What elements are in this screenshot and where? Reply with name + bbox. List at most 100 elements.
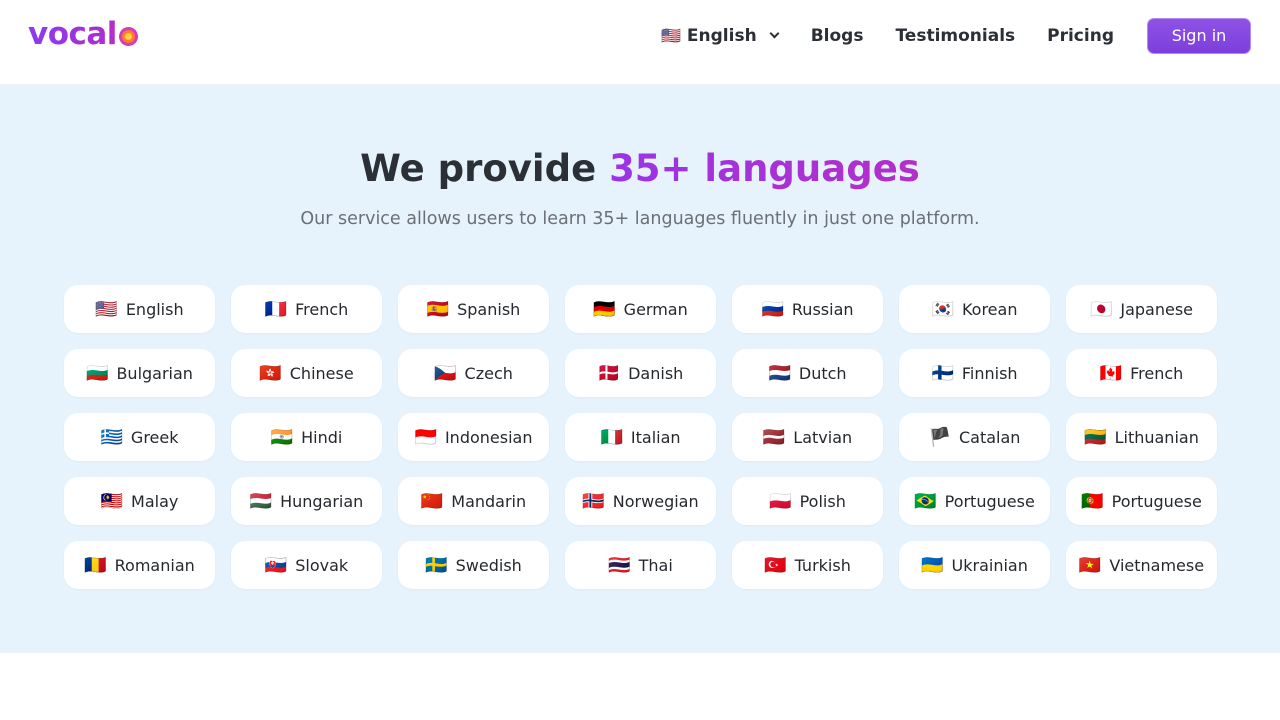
language-name: Hungarian [280,491,364,511]
language-chip[interactable]: 🇳🇱 Dutch [732,349,883,397]
language-chip[interactable]: 🇧🇬 Bulgarian [64,349,215,397]
language-chip[interactable]: 🇸🇪 Swedish [398,541,549,589]
language-name: Norwegian [612,491,699,511]
language-chip[interactable]: 🇫🇷 French [231,285,382,333]
language-name: Korean [961,299,1018,319]
language-chip[interactable]: 🇭🇰 Chinese [231,349,382,397]
language-chip[interactable]: 🇩🇪 German [565,285,716,333]
language-name: Danish [628,363,684,383]
flag-icon: 🇨🇿 [434,362,457,384]
language-chip[interactable]: 🇨🇿 Czech [398,349,549,397]
language-name: French [295,299,349,319]
language-name: Latvian [793,427,853,447]
flag-icon: 🇲🇾 [100,490,124,512]
logo-text: vocal [28,16,117,52]
flag-icon: 🇵🇱 [769,490,792,512]
language-chip[interactable]: 🇱🇻 Latvian [732,413,883,461]
language-name: Portuguese [1111,491,1202,511]
language-name: Bulgarian [116,363,193,383]
top-nav: 🇺🇸 English Blogs Testimonials Pricing Si… [661,17,1251,54]
language-chip[interactable]: 🇫🇮 Finnish [899,349,1050,397]
flag-icon: 🇯🇵 [1089,298,1113,320]
language-chip[interactable]: 🇮🇹 Italian [565,413,716,461]
flag-icon: 🇨🇳 [420,490,444,512]
language-selector[interactable]: 🇺🇸 English [661,26,780,46]
language-chip[interactable]: 🇧🇷 Portuguese [899,477,1050,525]
title-prefix: We provide [360,147,610,190]
language-chip[interactable]: 🇷🇺 Russian [732,285,883,333]
flag-icon: 🇧🇬 [86,362,109,384]
section-subtitle: Our service allows users to learn 35+ la… [300,209,980,229]
flag-icon: 🇧🇷 [914,490,937,512]
language-chip[interactable]: 🇱🇹 Lithuanian [1066,413,1217,461]
language-chip[interactable]: 🇲🇾 Malay [64,477,215,525]
language-chip[interactable]: 🇬🇷 Greek [64,413,215,461]
flag-icon: 🏴 [928,426,951,448]
language-chip[interactable]: 🇺🇦 Ukrainian [899,541,1050,589]
flag-icon: 🇩🇪 [593,298,616,320]
language-chip[interactable]: 🇩🇰 Danish [565,349,716,397]
language-chip[interactable]: 🇻🇳 Vietnamese [1066,541,1217,589]
language-name: German [623,299,688,319]
logo-o-icon [118,26,138,46]
language-chip[interactable]: 🏴 Catalan [899,413,1050,461]
language-chip[interactable]: 🇪🇸 Spanish [398,285,549,333]
language-chip[interactable]: 🇸🇰 Slovak [231,541,382,589]
vocalo-logo[interactable]: vocal [28,14,138,54]
us-flag-icon: 🇺🇸 [661,26,681,45]
flag-icon: 🇺🇸 [95,298,118,320]
language-name: French [1130,363,1184,383]
flag-icon: 🇹🇷 [764,554,787,576]
sign-in-button[interactable]: Sign in [1147,17,1251,54]
flag-icon: 🇭🇺 [249,490,273,512]
language-chip[interactable]: 🇯🇵 Japanese [1066,285,1217,333]
language-name: Greek [130,427,179,447]
flag-icon: 🇮🇹 [600,426,623,448]
language-chip[interactable]: 🇹🇭 Thai [565,541,716,589]
flag-icon: 🇱🇻 [762,426,786,448]
language-name: Chinese [289,363,354,383]
language-name: Spanish [457,299,521,319]
flag-icon: 🇹🇭 [608,554,631,576]
language-name: Slovak [295,555,349,575]
language-name: Swedish [455,555,522,575]
chevron-down-icon [769,28,780,39]
flag-icon: 🇷🇴 [84,554,107,576]
section-title: We provide 35+ languages [0,147,1280,190]
site-header: vocal 🇺🇸 English Blogs Testimonials Pric… [0,0,1280,85]
language-name: Vietnamese [1109,555,1205,575]
language-chip[interactable]: 🇮🇳 Hindi [231,413,382,461]
language-name: Ukrainian [951,555,1028,575]
flag-icon: 🇵🇹 [1081,490,1104,512]
language-name: Russian [791,299,854,319]
language-name: English [125,299,184,319]
language-chip[interactable]: 🇰🇷 Korean [899,285,1050,333]
language-chip[interactable]: 🇮🇩 Indonesian [398,413,549,461]
language-name: Thai [638,555,673,575]
nav-blogs[interactable]: Blogs [811,26,864,46]
language-name: Indonesian [444,427,533,447]
flag-icon: 🇮🇳 [270,426,294,448]
flag-icon: 🇮🇩 [414,426,437,448]
language-name: Italian [630,427,681,447]
language-name: Japanese [1120,299,1194,319]
flag-icon: 🇫🇷 [264,298,288,320]
language-chip[interactable]: 🇹🇷 Turkish [732,541,883,589]
nav-testimonials[interactable]: Testimonials [895,26,1015,46]
flag-icon: 🇪🇸 [426,298,450,320]
language-chip[interactable]: 🇳🇴 Norwegian [565,477,716,525]
nav-pricing[interactable]: Pricing [1047,26,1114,46]
language-chip[interactable]: 🇨🇳 Mandarin [398,477,549,525]
language-chip[interactable]: 🇨🇦 French [1066,349,1217,397]
language-chip[interactable]: 🇭🇺 Hungarian [231,477,382,525]
flag-icon: 🇩🇰 [597,362,621,384]
language-chip[interactable]: 🇵🇹 Portuguese [1066,477,1217,525]
language-chip[interactable]: 🇷🇴 Romanian [64,541,215,589]
flag-icon: 🇸🇰 [264,554,288,576]
language-name: Lithuanian [1114,427,1199,447]
language-chip[interactable]: 🇺🇸 English [64,285,215,333]
language-chip[interactable]: 🇵🇱 Polish [732,477,883,525]
flag-icon: 🇫🇮 [931,362,954,384]
language-name: Catalan [958,427,1021,447]
language-name: Dutch [798,363,847,383]
